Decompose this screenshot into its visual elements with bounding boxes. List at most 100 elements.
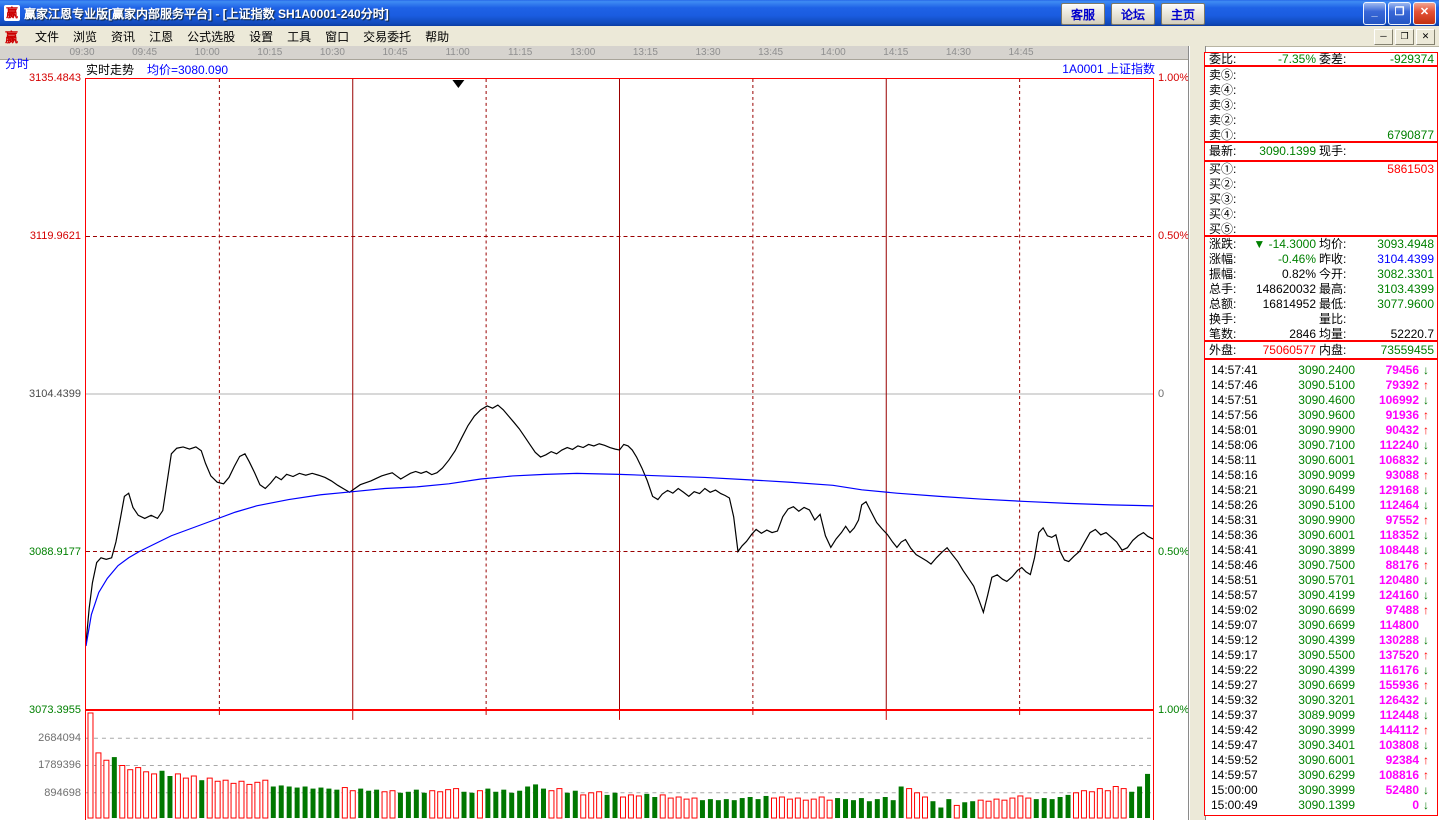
- menu-item-8[interactable]: 交易委托: [356, 26, 418, 47]
- tick-time: 14:59:07: [1211, 618, 1258, 632]
- close-button[interactable]: ✕: [1413, 2, 1436, 25]
- tick-row-13: 14:58:46 3090.7500 88176 ↑: [1205, 558, 1437, 573]
- tick-price: 3090.4199: [1298, 588, 1355, 602]
- menu-item-2[interactable]: 资讯: [104, 26, 142, 47]
- menu-item-7[interactable]: 窗口: [318, 26, 356, 47]
- volume-bar: [1137, 786, 1143, 819]
- time-label-7: 11:15: [508, 47, 533, 58]
- tick-time: 14:58:26: [1211, 498, 1258, 512]
- volume-bar: [778, 796, 785, 819]
- tick-price: 3090.6699: [1298, 618, 1355, 632]
- volume-bar: [596, 791, 603, 819]
- arrow-down-icon: ↓: [1423, 363, 1429, 377]
- stats-row-5: 换手: 量比:: [1205, 312, 1437, 327]
- tick-volume: 137520: [1378, 648, 1419, 662]
- tick-volume: 130288: [1378, 633, 1419, 647]
- tick-row-15: 14:58:57 3090.4199 124160 ↓: [1205, 588, 1437, 603]
- stats-label-2: 最低:: [1319, 297, 1347, 311]
- title-link-1[interactable]: 论坛: [1110, 3, 1155, 25]
- menu-item-5[interactable]: 设置: [242, 26, 280, 47]
- buy-row-3: 买④:: [1205, 207, 1437, 222]
- tick-time: 14:59:22: [1211, 663, 1258, 677]
- tick-time: 15:00:49: [1211, 798, 1258, 812]
- tick-volume: 93088: [1385, 468, 1419, 482]
- stats-box: 涨跌: ▼ -14.3000 均价: 3093.4948 涨幅: -0.46% 昨收: 310…: [1204, 236, 1438, 341]
- volume-bar: [890, 800, 896, 819]
- latest-value: 3090.1399: [1259, 144, 1316, 158]
- menu-item-3[interactable]: 江恩: [142, 26, 180, 47]
- tick-time: 14:59:37: [1211, 708, 1258, 722]
- volume-bar: [921, 796, 928, 819]
- intraday-price-chart[interactable]: [85, 78, 1154, 710]
- volume-bar: [1145, 773, 1151, 819]
- tick-price: 3090.3999: [1298, 783, 1355, 797]
- tick-price: 3090.9900: [1298, 513, 1355, 527]
- sell-row-4: 卖①: 6790877: [1205, 128, 1437, 141]
- tick-volume: 106832: [1378, 453, 1419, 467]
- menu-item-9[interactable]: 帮助: [418, 26, 456, 47]
- stats-row-1: 涨幅: -0.46% 昨收: 3104.4399: [1205, 252, 1437, 267]
- sell-label: 卖④:: [1209, 83, 1237, 97]
- tick-list[interactable]: 14:57:41 3090.2400 79456 ↓ 14:57:46 3090.5100…: [1204, 359, 1438, 816]
- tick-row-1: 14:57:46 3090.5100 79392 ↑: [1205, 378, 1437, 393]
- mdi-close-button[interactable]: ✕: [1416, 29, 1435, 45]
- stats-row-3: 总手: 148620032 最高: 3103.4399: [1205, 282, 1437, 297]
- time-label-12: 14:00: [820, 47, 846, 58]
- volume-bar: [286, 786, 292, 819]
- menu-item-0[interactable]: 文件: [28, 26, 66, 47]
- volume-bar: [659, 794, 666, 819]
- volume-bar: [445, 789, 452, 819]
- menu-item-4[interactable]: 公式选股: [180, 26, 242, 47]
- tick-time: 14:57:56: [1211, 408, 1258, 422]
- arrow-up-icon: ↑: [1423, 723, 1429, 737]
- volume-bar: [619, 796, 626, 819]
- volume-bar: [946, 799, 952, 819]
- volume-bar: [151, 773, 158, 819]
- volume-bar: [794, 797, 801, 819]
- time-label-2: 10:00: [194, 47, 220, 58]
- tick-row-23: 14:59:37 3089.9099 112448 ↓: [1205, 708, 1437, 723]
- tick-price: 3090.5100: [1298, 378, 1355, 392]
- sell-queue-box: 卖⑤: 卖④: 卖③: 卖②: 卖①: 6790877: [1204, 66, 1438, 142]
- volume-bar: [1096, 788, 1103, 819]
- tick-volume: 112240: [1379, 438, 1419, 452]
- time-label-1: 09:45: [132, 47, 158, 58]
- volume-bar: [476, 790, 483, 819]
- time-label-15: 14:45: [1008, 47, 1034, 58]
- tick-time: 14:58:46: [1211, 558, 1258, 572]
- volume-chart[interactable]: [85, 710, 1154, 820]
- title-link-buttons: 客服 论坛 主页: [1060, 3, 1205, 25]
- time-label-0: 09:30: [69, 47, 95, 58]
- tick-time: 14:58:31: [1211, 513, 1258, 527]
- menu-item-1[interactable]: 浏览: [66, 26, 104, 47]
- volume-bar: [262, 779, 269, 819]
- tick-time: 14:59:27: [1211, 678, 1258, 692]
- menu-item-6[interactable]: 工具: [280, 26, 318, 47]
- volume-bar: [604, 794, 610, 819]
- tick-volume: 112464: [1379, 498, 1419, 512]
- tick-row-24: 14:59:42 3090.3999 144112 ↑: [1205, 723, 1437, 738]
- title-link-0[interactable]: 客服: [1060, 3, 1105, 25]
- volume-bar: [1041, 798, 1047, 819]
- stats-value-2: 3082.3301: [1377, 267, 1434, 281]
- buy-row-2: 买③:: [1205, 192, 1437, 207]
- volume-bar: [421, 792, 427, 819]
- minimize-button[interactable]: _: [1363, 2, 1386, 25]
- volume-bar: [1073, 792, 1079, 819]
- tick-time: 14:59:12: [1211, 633, 1258, 647]
- sell-row-1: 卖④:: [1205, 83, 1437, 98]
- time-axis: 09:30 09:45 10:00 10:15 10:30 10:45 11:00 11:15…: [0, 46, 1197, 60]
- tick-time: 14:57:51: [1211, 393, 1258, 407]
- mdi-minimize-button[interactable]: ─: [1374, 29, 1393, 45]
- sell-row-0: 卖⑤:: [1205, 68, 1437, 83]
- volume-bar: [962, 802, 968, 819]
- stats-value-1: 0.82%: [1281, 267, 1316, 281]
- restore-button[interactable]: ❐: [1388, 2, 1411, 25]
- mdi-restore-button[interactable]: ❐: [1395, 29, 1414, 45]
- title-link-2[interactable]: 主页: [1160, 3, 1205, 25]
- buy-queue-box: 买①: 5861503 买②: 买③: 买④: 买⑤:: [1204, 161, 1438, 236]
- volume-bar: [644, 793, 650, 819]
- volume-bar: [326, 788, 332, 819]
- volume-bar: [652, 797, 658, 819]
- weibi-box: 委比: -7.35% 委差: -929374: [1204, 52, 1438, 66]
